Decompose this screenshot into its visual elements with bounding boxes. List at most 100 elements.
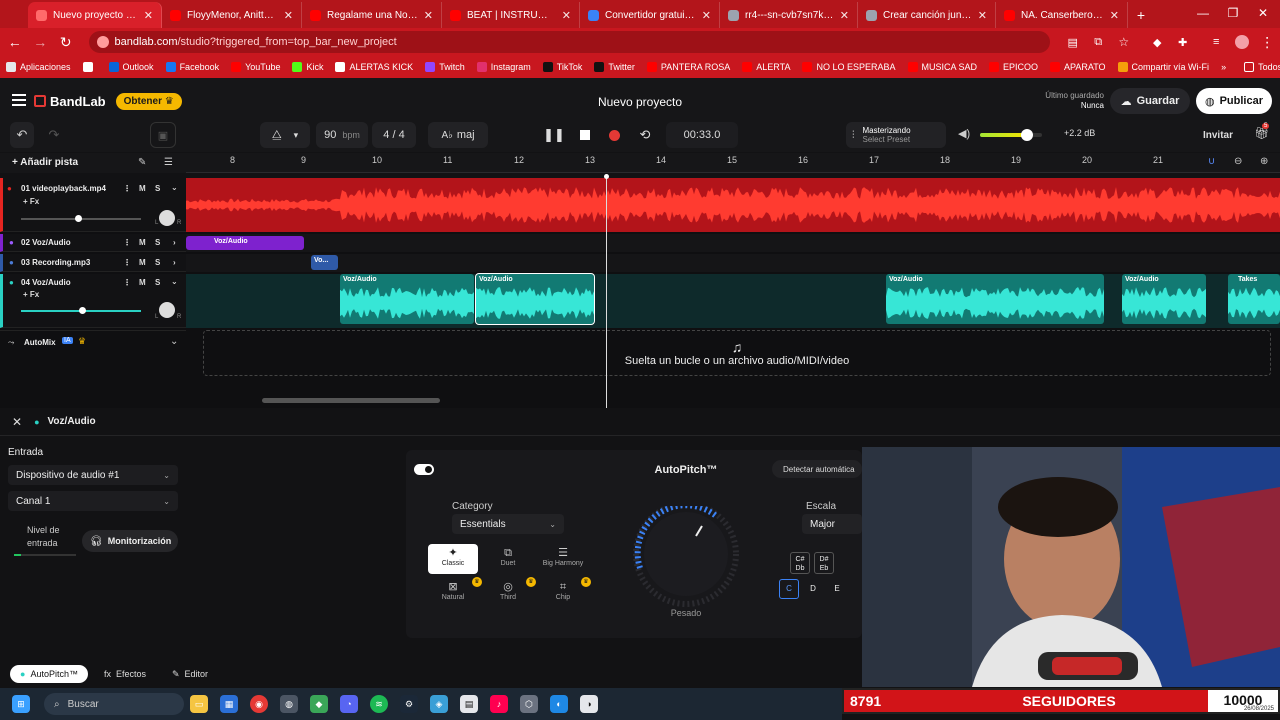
file-explorer-icon[interactable]: ▭ xyxy=(190,695,208,713)
track-volume-slider[interactable] xyxy=(21,307,141,314)
key-d-sharp[interactable]: D# Eb xyxy=(814,552,834,574)
autopitch-toggle[interactable] xyxy=(414,464,434,475)
tab-autopitch[interactable]: ● AutoPitch™ xyxy=(10,665,88,683)
close-tab-icon[interactable]: ✕ xyxy=(424,9,433,22)
track-header-2[interactable]: ● 02 Voz/Audio ⋮ M S › xyxy=(0,234,186,252)
mute-button[interactable]: M xyxy=(139,238,146,247)
project-title[interactable]: Nuevo proyecto xyxy=(560,95,720,109)
track-settings-icon[interactable]: ☰ xyxy=(164,157,173,168)
get-membership-button[interactable]: Obtener ♛ xyxy=(115,92,182,110)
magnet-snap-icon[interactable]: ∪ xyxy=(1208,156,1215,167)
bookmark-twitch[interactable]: Twitch xyxy=(425,62,465,72)
master-volume-slider[interactable] xyxy=(980,129,1042,141)
volume-knob[interactable] xyxy=(1020,129,1033,141)
document-icon[interactable]: ▤ xyxy=(460,695,478,713)
add-track-button[interactable]: + Añadir pista xyxy=(12,157,78,168)
record-button[interactable] xyxy=(600,122,628,148)
browser-tab-2[interactable]: FloyyMenor, Anitta, Ozun✕ xyxy=(162,2,302,28)
media-control-icon[interactable]: ≡ xyxy=(1203,29,1229,55)
browser-tab-3[interactable]: Regalame una Noche - Yo✕ xyxy=(302,2,442,28)
track-header-3[interactable]: ● 03 Recording.mp3 ⋮ M S › xyxy=(0,254,186,272)
selected-vocal-clip[interactable]: Voz/Audio xyxy=(475,273,595,325)
pencil-tool-icon[interactable]: ✎ xyxy=(138,157,146,168)
minimize-window-icon[interactable]: — xyxy=(1188,0,1218,26)
takes-clip[interactable]: Takes xyxy=(1228,274,1280,324)
preset-classic[interactable]: ✦ Classic xyxy=(428,544,478,574)
browser-menu-icon[interactable]: ⋮ xyxy=(1254,29,1280,55)
redo-icon[interactable]: ↷ xyxy=(42,122,66,148)
browser-tab-8[interactable]: NA. Canserbero (Letra) - ✕ xyxy=(996,2,1128,28)
mastering-preset-button[interactable]: ⫶ Masterizando Select Preset xyxy=(846,122,946,148)
bookmark-aparato[interactable]: APARATO xyxy=(1050,62,1106,72)
windows-start-icon[interactable]: ⊞ xyxy=(12,695,30,713)
mute-button[interactable]: M xyxy=(139,184,146,193)
preset-big-harmony[interactable]: ☰ Big Harmony xyxy=(538,544,588,574)
profile-avatar-icon[interactable] xyxy=(1229,29,1255,55)
correction-knob[interactable] xyxy=(632,506,744,610)
monitoring-button[interactable]: 🎧︎ Monitorización xyxy=(82,530,178,552)
track-lane-2[interactable]: Voz/Audio xyxy=(186,234,1280,252)
automix-row[interactable]: ⤳ AutoMix IA ♛ ⌄ xyxy=(0,330,186,354)
hamburger-menu-icon[interactable] xyxy=(12,94,26,106)
chevron-right-icon[interactable]: › xyxy=(173,238,176,247)
tab-editor[interactable]: ✎ Editor xyxy=(162,665,218,683)
time-signature-field[interactable]: 4 / 4 xyxy=(372,122,416,148)
bandlab-logo[interactable]: BandLab xyxy=(34,94,106,109)
bookmark-kick[interactable]: Kick xyxy=(292,62,323,72)
playhead[interactable] xyxy=(604,174,609,408)
key-d[interactable]: D xyxy=(804,579,822,599)
new-tab-plus-icon[interactable]: + xyxy=(1128,2,1154,28)
more-bookmarks-chevron-icon[interactable]: » xyxy=(1221,62,1226,72)
close-tab-icon[interactable]: ✕ xyxy=(144,9,153,22)
maximize-window-icon[interactable]: ❐ xyxy=(1218,0,1248,26)
key-e[interactable]: E xyxy=(828,579,846,599)
grid-snap-icon[interactable]: ▣ xyxy=(150,122,176,148)
app-icon[interactable]: ⬡ xyxy=(520,695,538,713)
solo-button[interactable]: S xyxy=(155,238,160,247)
spotify-icon[interactable]: ≋ xyxy=(370,695,388,713)
back-arrow-icon[interactable]: ← xyxy=(2,29,28,55)
extension-icon[interactable]: ◆ xyxy=(1144,29,1170,55)
bookmark-apps[interactable]: Aplicaciones xyxy=(6,62,71,72)
close-tab-icon[interactable]: ✕ xyxy=(978,9,987,22)
browser-tab-5[interactable]: Convertidor gratuito de Y✕ xyxy=(580,2,720,28)
track-volume-slider[interactable] xyxy=(21,215,141,222)
track-header-4[interactable]: ● 04 Voz/Audio ⋮ M S ⌄ + Fx L R xyxy=(0,274,186,328)
cast-icon[interactable]: ▤ xyxy=(1060,29,1086,55)
app-icon[interactable]: ◍ xyxy=(280,695,298,713)
solo-button[interactable]: S xyxy=(155,278,160,287)
undo-icon[interactable]: ↶ xyxy=(10,122,34,148)
app-icon[interactable]: ◐ xyxy=(550,695,568,713)
mute-button[interactable]: M xyxy=(139,278,146,287)
zoom-out-icon[interactable]: ⊖ xyxy=(1234,156,1242,167)
solo-button[interactable]: S xyxy=(155,184,160,193)
install-app-icon[interactable]: ⧉ xyxy=(1085,29,1111,55)
track-lane-3[interactable]: Vo... xyxy=(186,254,1280,272)
bookmark-youtube[interactable]: YouTube xyxy=(231,62,280,72)
speaker-volume-icon[interactable]: ◀) xyxy=(958,127,970,140)
close-tab-icon[interactable]: ✕ xyxy=(562,9,571,22)
track-lane-1[interactable] xyxy=(186,178,1280,232)
zoom-in-icon[interactable]: ⊕ xyxy=(1260,156,1268,167)
loop-button[interactable]: ⟲ xyxy=(632,122,658,148)
pan-knob[interactable] xyxy=(159,210,175,226)
gift-icon[interactable]: 🎁︎ 5 xyxy=(1254,123,1270,140)
address-input[interactable]: bandlab.com/studio?triggered_from=top_ba… xyxy=(88,31,1050,53)
video-audio-waveform[interactable] xyxy=(186,178,1280,232)
chevron-right-icon[interactable]: › xyxy=(173,258,176,267)
browser-tab-1[interactable]: Nuevo proyecto - Stu ✕ xyxy=(28,2,162,28)
steam-icon[interactable]: ⚙︎ xyxy=(400,695,418,713)
close-panel-icon[interactable]: ✕ xyxy=(12,415,22,429)
solo-button[interactable]: S xyxy=(155,258,160,267)
bookmark-epicoo[interactable]: EPICOO xyxy=(989,62,1038,72)
tab-search-button[interactable] xyxy=(0,2,28,28)
extensions-puzzle-icon[interactable]: ✚ xyxy=(1170,29,1196,55)
mute-button[interactable]: M xyxy=(139,258,146,267)
save-button[interactable]: ☁ Guardar xyxy=(1110,88,1190,114)
bookmark-tiktok[interactable]: TikTok xyxy=(542,62,582,72)
pause-button[interactable]: ❚❚ xyxy=(538,122,570,148)
track-header-1[interactable]: ● 01 videoplayback.mp4 ⋮ M S ⌄ + Fx L R xyxy=(0,178,186,232)
key-c-sharp[interactable]: C# Db xyxy=(790,552,810,574)
metronome-dropdown[interactable]: ⧋ ▾ xyxy=(260,122,310,148)
add-fx-button[interactable]: + Fx xyxy=(23,197,39,206)
